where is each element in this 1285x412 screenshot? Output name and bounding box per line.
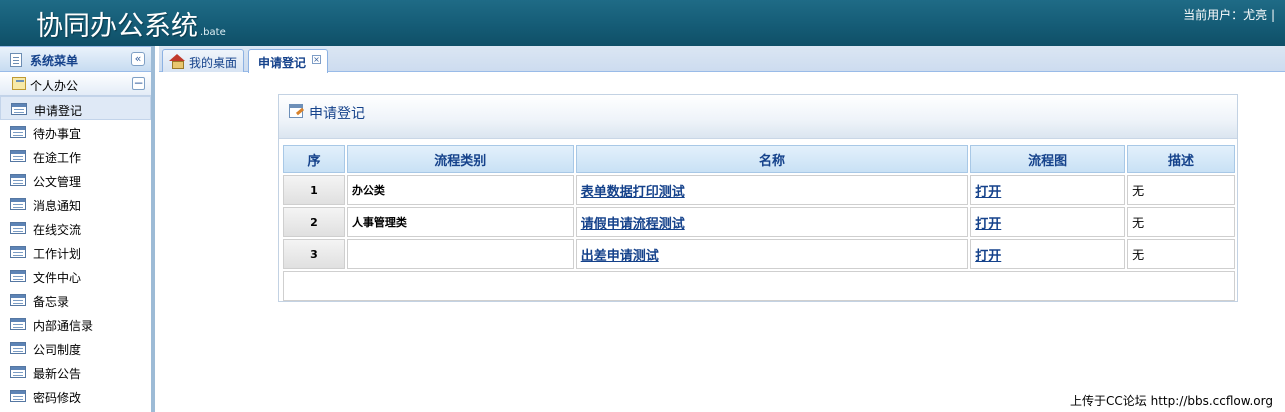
tab-apply[interactable]: 申请登记 × bbox=[248, 49, 328, 73]
app-header: 协同办公系统 .bate 当前用户：尤亮 | bbox=[0, 0, 1285, 46]
row-chart-cell: 打开 bbox=[970, 207, 1126, 237]
edit-form-icon bbox=[289, 104, 303, 118]
open-flowchart-link[interactable]: 打开 bbox=[975, 217, 1001, 232]
sidebar-group-personal[interactable]: 个人办公 − bbox=[0, 72, 151, 96]
tab-my-desktop[interactable]: 我的桌面 bbox=[162, 49, 244, 72]
current-user: 当前用户：尤亮 | bbox=[1183, 8, 1275, 22]
sidebar-title: 系统菜单 bbox=[30, 54, 79, 68]
list-icon bbox=[10, 270, 26, 282]
open-flowchart-link[interactable]: 打开 bbox=[975, 249, 1001, 264]
sidebar-item-label: 待办事宜 bbox=[33, 127, 82, 141]
list-icon bbox=[10, 294, 26, 306]
column-header: 序 bbox=[283, 145, 345, 173]
list-icon bbox=[10, 342, 26, 354]
upload-watermark: 上传于CC论坛 http://bbs.ccflow.org bbox=[1070, 394, 1273, 408]
row-category bbox=[346, 239, 574, 269]
sidebar-item-label: 消息通知 bbox=[33, 199, 82, 213]
sidebar-item-work-plan[interactable]: 工作计划 bbox=[0, 240, 151, 264]
list-icon bbox=[10, 390, 26, 402]
panel-title: 申请登记 bbox=[309, 106, 365, 122]
sidebar-item-label: 备忘录 bbox=[33, 295, 70, 309]
row-name-cell: 请假申请流程测试 bbox=[575, 207, 969, 237]
process-name-link[interactable]: 出差申请测试 bbox=[581, 249, 659, 264]
sidebar-item-documents[interactable]: 公文管理 bbox=[0, 168, 151, 192]
sidebar-menu: 申请登记 待办事宜 在途工作 公文管理 消息通知 在线交流 工作计划 文件中心 … bbox=[0, 96, 151, 408]
row-chart-cell: 打开 bbox=[970, 175, 1126, 205]
list-icon bbox=[10, 198, 26, 210]
row-seq: 2 bbox=[283, 207, 345, 237]
list-icon bbox=[10, 246, 26, 258]
sidebar-item-todo[interactable]: 待办事宜 bbox=[0, 120, 151, 144]
collapse-sidebar-button[interactable]: « bbox=[131, 52, 145, 66]
list-icon bbox=[10, 366, 26, 378]
sidebar-item-password[interactable]: 密码修改 bbox=[0, 384, 151, 408]
row-seq: 1 bbox=[283, 175, 345, 205]
sidebar-item-messages[interactable]: 消息通知 bbox=[0, 192, 151, 216]
sidebar-item-label: 最新公告 bbox=[33, 367, 82, 381]
row-seq: 3 bbox=[283, 239, 345, 269]
row-chart-cell: 打开 bbox=[970, 239, 1126, 269]
list-icon bbox=[10, 126, 26, 138]
sidebar-item-file-center[interactable]: 文件中心 bbox=[0, 264, 151, 288]
sidebar-item-memo[interactable]: 备忘录 bbox=[0, 288, 151, 312]
row-category: 人事管理类 bbox=[346, 207, 574, 237]
app-title-suffix: .bate bbox=[200, 27, 226, 38]
list-icon bbox=[10, 222, 26, 234]
row-description: 无 bbox=[1127, 239, 1235, 269]
tab-label: 我的桌面 bbox=[189, 56, 238, 70]
process-name-link[interactable]: 表单数据打印测试 bbox=[581, 185, 685, 200]
list-icon bbox=[10, 318, 26, 330]
collapse-group-button[interactable]: − bbox=[132, 77, 145, 90]
row-name-cell: 出差申请测试 bbox=[575, 239, 969, 269]
home-icon bbox=[169, 54, 185, 69]
app-title: 协同办公系统 .bate bbox=[36, 4, 226, 43]
row-description: 无 bbox=[1127, 207, 1235, 237]
column-header: 流程图 bbox=[970, 145, 1126, 173]
sidebar-item-label: 文件中心 bbox=[33, 271, 82, 285]
sidebar-item-chat[interactable]: 在线交流 bbox=[0, 216, 151, 240]
notepad-icon bbox=[12, 77, 26, 90]
row-name-cell: 表单数据打印测试 bbox=[575, 175, 969, 205]
sidebar-item-apply[interactable]: 申请登记 bbox=[0, 96, 151, 120]
list-icon bbox=[11, 103, 27, 115]
process-name-link[interactable]: 请假申请流程测试 bbox=[581, 217, 685, 232]
sidebar-item-contacts[interactable]: 内部通信录 bbox=[0, 312, 151, 336]
sidebar-item-label: 密码修改 bbox=[33, 391, 82, 405]
table-header-row: 序 流程类别 名称 流程图 描述 bbox=[283, 145, 1235, 173]
table-row: 1 办公类 表单数据打印测试 打开 无 bbox=[283, 175, 1235, 205]
sidebar-header: 系统菜单 « bbox=[0, 46, 151, 72]
sidebar-group-label: 个人办公 bbox=[30, 79, 79, 93]
table-empty-row bbox=[283, 271, 1235, 301]
sidebar: 系统菜单 « 个人办公 − 申请登记 待办事宜 在途工作 公文管理 消息通知 在… bbox=[0, 46, 155, 412]
sidebar-item-label: 工作计划 bbox=[33, 247, 82, 261]
row-category: 办公类 bbox=[346, 175, 574, 205]
sidebar-item-label: 在线交流 bbox=[33, 223, 82, 237]
table-row: 3 出差申请测试 打开 无 bbox=[283, 239, 1235, 269]
apply-panel: 申请登记 序 流程类别 名称 流程图 描述 1 办公类 表单数据打印测试 打开 … bbox=[278, 94, 1238, 302]
open-flowchart-link[interactable]: 打开 bbox=[975, 185, 1001, 200]
sidebar-item-label: 在途工作 bbox=[33, 151, 82, 165]
sidebar-item-label: 内部通信录 bbox=[33, 319, 94, 333]
tab-label: 申请登记 bbox=[258, 56, 307, 70]
process-table: 序 流程类别 名称 流程图 描述 1 办公类 表单数据打印测试 打开 无 2 人… bbox=[281, 143, 1237, 303]
menu-book-icon bbox=[10, 53, 22, 67]
close-tab-icon[interactable]: × bbox=[312, 55, 321, 64]
sidebar-item-label: 申请登记 bbox=[34, 104, 83, 118]
row-description: 无 bbox=[1127, 175, 1235, 205]
sidebar-item-label: 公司制度 bbox=[33, 343, 82, 357]
list-icon bbox=[10, 150, 26, 162]
column-header: 描述 bbox=[1127, 145, 1235, 173]
column-header: 名称 bbox=[575, 145, 969, 173]
table-row: 2 人事管理类 请假申请流程测试 打开 无 bbox=[283, 207, 1235, 237]
app-title-text: 协同办公系统 bbox=[36, 11, 198, 42]
panel-header: 申请登记 bbox=[279, 95, 1237, 139]
sidebar-item-label: 公文管理 bbox=[33, 175, 82, 189]
empty-row-cell bbox=[283, 271, 1235, 301]
tab-bar: 我的桌面 申请登记 × bbox=[159, 46, 1285, 73]
list-icon bbox=[10, 174, 26, 186]
sidebar-item-policies[interactable]: 公司制度 bbox=[0, 336, 151, 360]
column-header: 流程类别 bbox=[346, 145, 574, 173]
sidebar-item-announcements[interactable]: 最新公告 bbox=[0, 360, 151, 384]
sidebar-item-in-progress[interactable]: 在途工作 bbox=[0, 144, 151, 168]
